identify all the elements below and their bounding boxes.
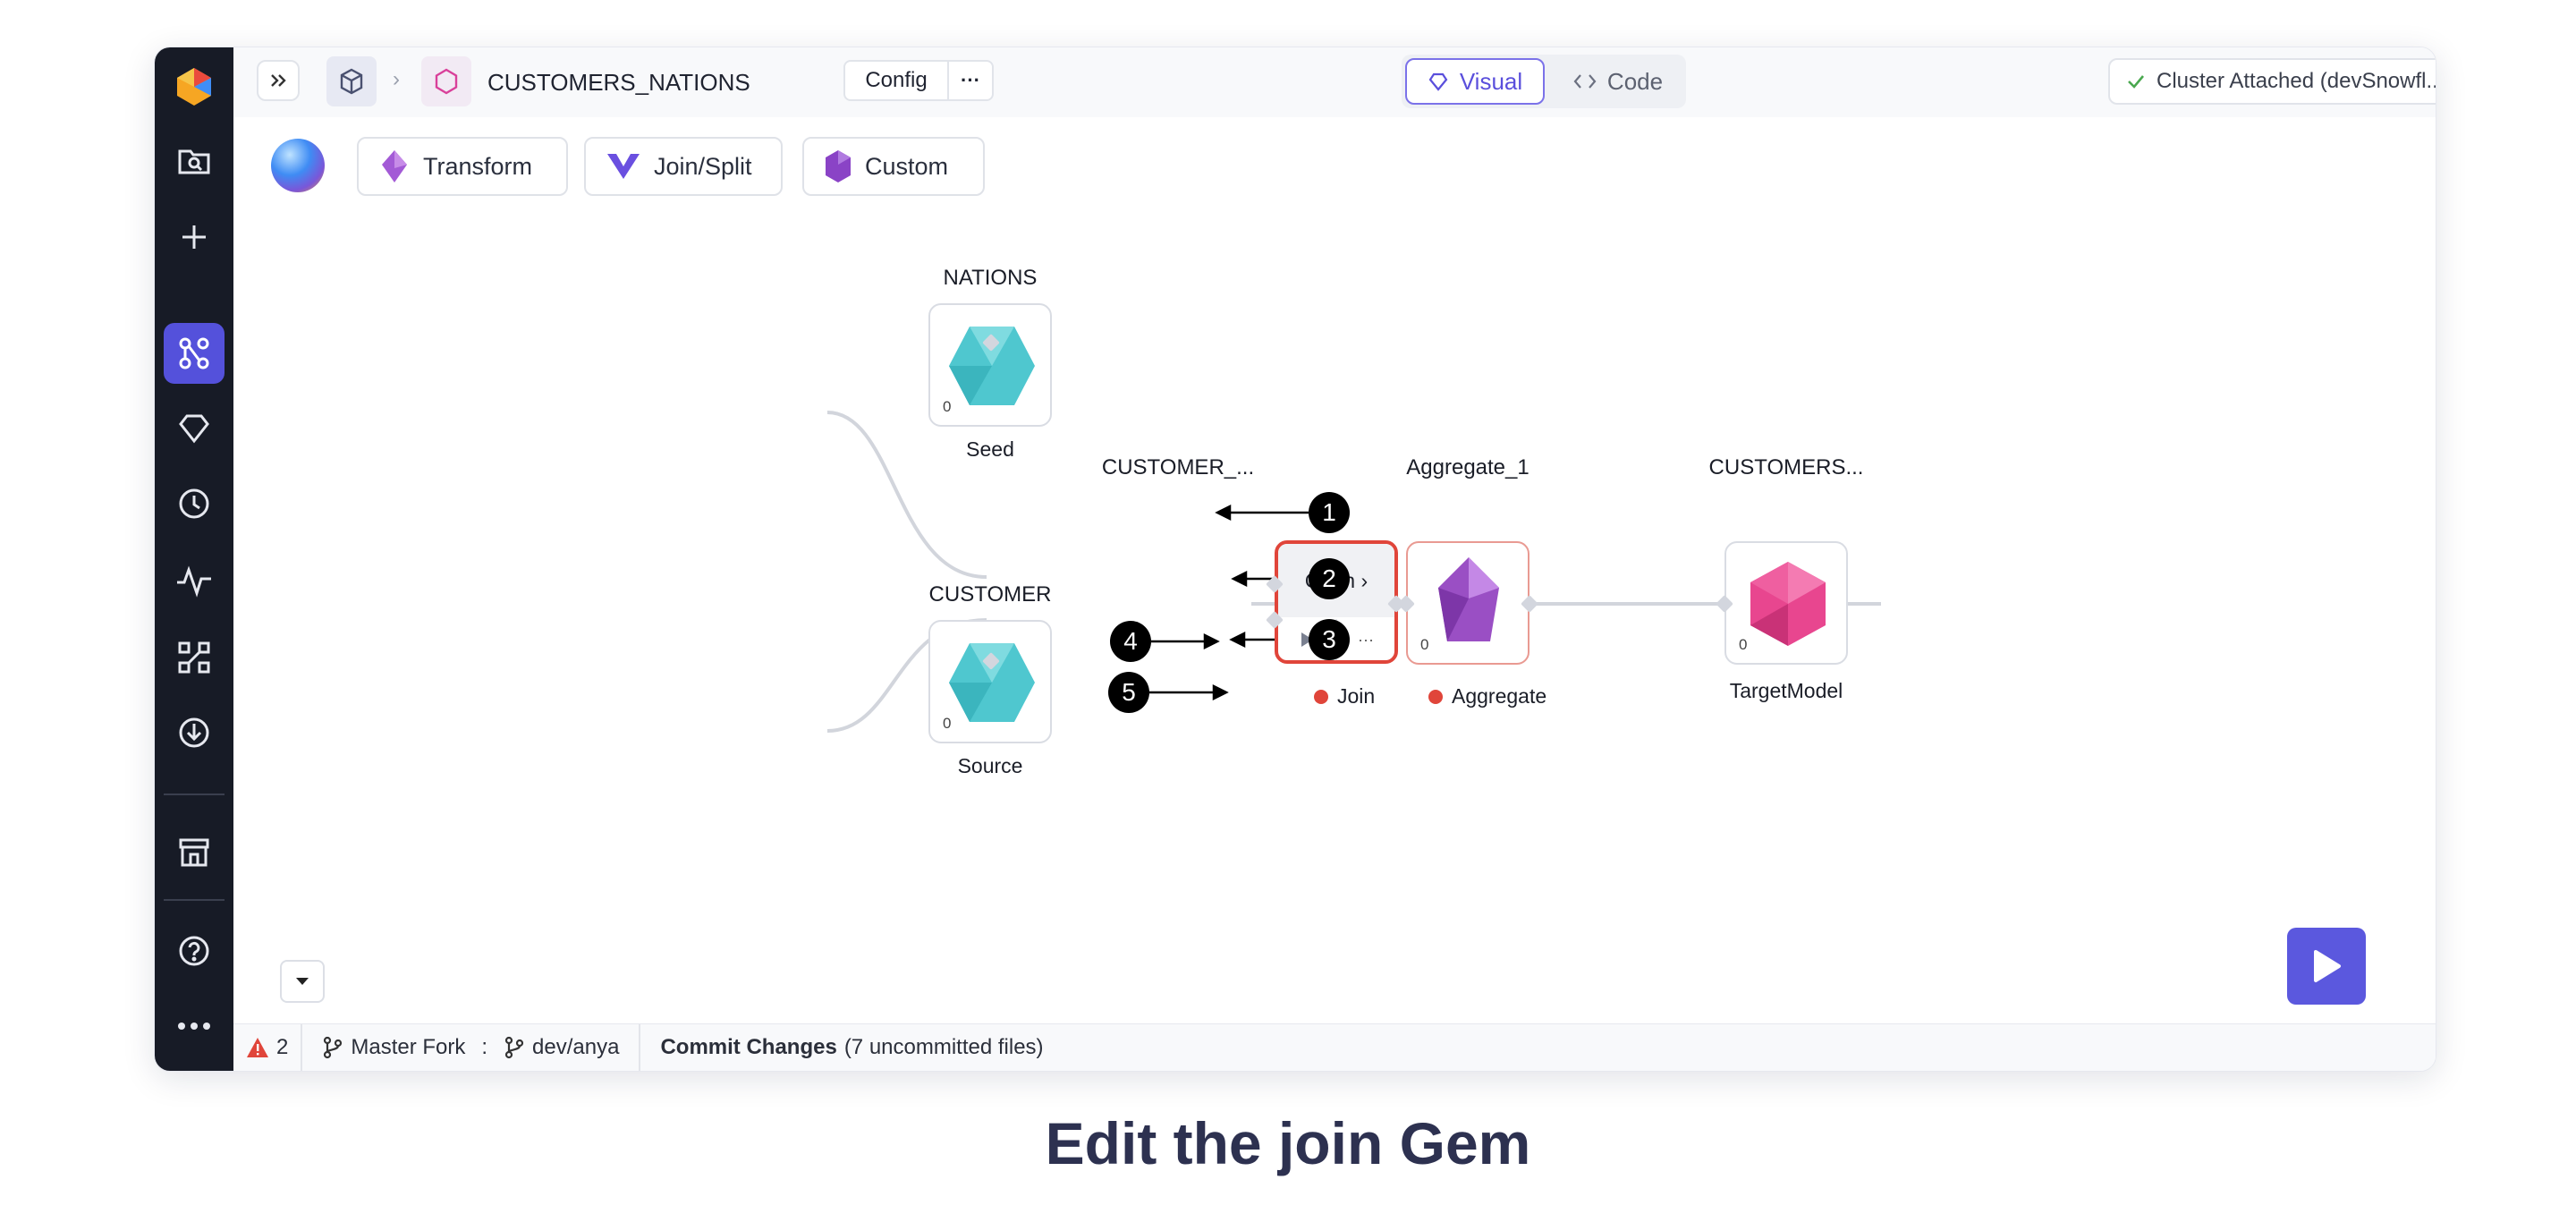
aggregate-title: Aggregate_1 (1406, 455, 1530, 479)
gem-icon[interactable] (164, 398, 225, 459)
code-tab-label: Code (1606, 67, 1664, 95)
sidebar-divider (164, 899, 225, 901)
aggregate-error-dot (1428, 690, 1443, 704)
callout-2: 2 (1309, 558, 1350, 599)
activity-icon[interactable] (164, 550, 225, 611)
callout-5: 5 (1108, 672, 1149, 713)
warning-icon (247, 1038, 268, 1057)
aggregate-subtitle: Aggregate (1452, 684, 1547, 708)
cube-icon[interactable] (326, 56, 377, 106)
top-bar: › CUSTOMERS_NATIONS Config ··· Visual Co… (233, 47, 2436, 118)
nations-title: NATIONS (943, 266, 1038, 290)
help-icon[interactable] (164, 921, 225, 981)
customer-title: CUSTOMER (928, 582, 1052, 607)
branch-icon (324, 1036, 343, 1059)
pipeline-icon[interactable] (164, 323, 225, 384)
hexagon-icon[interactable] (421, 56, 471, 106)
store-icon[interactable] (164, 822, 225, 883)
target-title: CUSTOMERS... (1708, 455, 1864, 479)
more-options-label: ··· (961, 69, 980, 91)
target-gem-icon (1750, 562, 1826, 646)
edge-nations-join (826, 411, 987, 579)
branch-selector[interactable]: dev/anya (504, 1035, 639, 1060)
expand-icon[interactable] (257, 60, 300, 101)
visual-tab-label: Visual (1459, 67, 1523, 95)
cluster-select[interactable]: Cluster Attached (devSnowfl... (2108, 58, 2436, 105)
breadcrumb-separator: › (393, 67, 400, 91)
plus-icon[interactable] (164, 207, 225, 267)
code-tab[interactable]: Code (1557, 58, 1679, 105)
aggregate-gem-icon (1438, 557, 1499, 641)
customer-subtitle: Source (957, 754, 1023, 777)
aggregate-count: 0 (1420, 636, 1429, 653)
commit-label: Commit Changes (660, 1035, 837, 1059)
commit-changes-button[interactable]: Commit Changes (7 uncommitted files) (640, 1035, 1043, 1060)
run-pipeline-button[interactable] (2287, 928, 2366, 1005)
more-icon[interactable] (164, 996, 225, 1057)
target-subtitle: TargetModel (1729, 679, 1843, 702)
minimap-toggle[interactable] (280, 960, 325, 1003)
config-label: Config (865, 68, 928, 92)
caption: Edit the join Gem (1045, 1110, 1531, 1176)
nations-subtitle: Seed (966, 437, 1014, 461)
pipeline-canvas[interactable]: Transform Join/Split Custom NATIONS 0 Se… (233, 117, 2436, 1024)
logo-icon[interactable] (164, 56, 225, 117)
callout-4: 4 (1110, 621, 1151, 662)
config-button[interactable]: Config (843, 60, 949, 101)
master-fork[interactable]: Master Fork (302, 1035, 465, 1060)
play-icon (2314, 950, 2341, 982)
nations-count: 0 (943, 398, 952, 415)
gem-icon (1428, 72, 1448, 91)
target-node[interactable]: 0 (1724, 541, 1848, 665)
commit-detail: (7 uncommitted files) (843, 1035, 1044, 1059)
check-icon (2128, 75, 2144, 89)
cluster-label: Cluster Attached (devSnowfl... (2157, 69, 2436, 93)
code-icon (1573, 74, 1597, 89)
visual-tab[interactable]: Visual (1405, 58, 1545, 105)
callout-1: 1 (1309, 492, 1350, 533)
master-fork-label: Master Fork (351, 1035, 466, 1059)
branch-icon (504, 1036, 524, 1059)
error-count: 2 (276, 1035, 289, 1059)
callout-3: 3 (1309, 619, 1350, 660)
clock-icon[interactable] (164, 473, 225, 534)
customer-count: 0 (943, 715, 952, 732)
project-name: CUSTOMERS_NATIONS (487, 69, 750, 96)
download-icon[interactable] (164, 702, 225, 763)
join-subtitle: Join (1337, 684, 1376, 708)
error-indicator[interactable]: 2 (233, 1035, 301, 1060)
sidebar-divider (164, 793, 225, 795)
customer-node[interactable]: 0 (928, 620, 1052, 743)
search-folder-icon[interactable] (164, 130, 225, 191)
branch-label: dev/anya (532, 1035, 620, 1059)
sidebar (155, 47, 233, 1071)
chevron-down-icon (296, 978, 309, 985)
aggregate-node[interactable]: 0 (1406, 541, 1530, 665)
graph-icon[interactable] (164, 627, 225, 688)
status-bar: 2 Master Fork : dev/anya Commit Changes … (233, 1023, 2436, 1071)
branch-separator: : (481, 1035, 488, 1059)
join-error-dot (1314, 690, 1328, 704)
target-count: 0 (1739, 636, 1748, 653)
nations-node[interactable]: 0 (928, 303, 1052, 427)
app-window: › CUSTOMERS_NATIONS Config ··· Visual Co… (154, 47, 2436, 1072)
more-options-button[interactable]: ··· (947, 60, 994, 101)
join-title: CUSTOMER_... (1101, 455, 1255, 479)
